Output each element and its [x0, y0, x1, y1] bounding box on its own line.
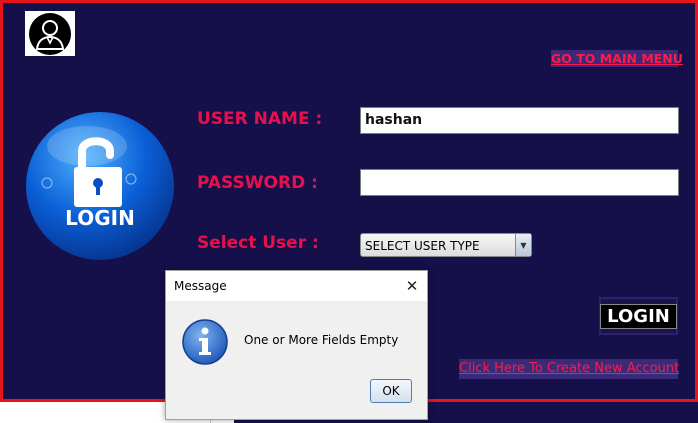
dialog-title: Message	[174, 279, 227, 293]
create-account-link[interactable]: Click Here To Create New Account	[459, 359, 679, 379]
usertype-label: Select User :	[197, 233, 319, 253]
usertype-selected-value: SELECT USER TYPE	[365, 239, 480, 253]
login-button-label: LOGIN	[600, 303, 677, 329]
login-badge-text: LOGIN	[65, 206, 135, 230]
password-field[interactable]	[360, 169, 679, 196]
user-icon	[25, 11, 75, 56]
login-button[interactable]: LOGIN	[599, 297, 678, 335]
chevron-down-icon[interactable]: ▼	[515, 234, 531, 256]
password-label: PASSWORD :	[197, 173, 318, 193]
info-icon	[181, 318, 229, 366]
dialog-titlebar: Message ✕	[166, 271, 427, 301]
main-menu-link[interactable]: GO TO MAIN MENU	[551, 50, 683, 67]
usertype-select[interactable]: SELECT USER TYPE ▼	[360, 233, 532, 257]
close-icon[interactable]: ✕	[399, 273, 425, 299]
username-label: USER NAME :	[197, 109, 323, 129]
message-dialog: Message ✕ One or More Fields Empty OK	[165, 270, 428, 420]
ok-button[interactable]: OK	[370, 379, 412, 403]
dialog-message: One or More Fields Empty	[244, 333, 399, 347]
login-badge: LOGIN	[25, 111, 175, 261]
lock-icon	[26, 112, 174, 260]
username-field[interactable]: hashan	[360, 107, 679, 134]
